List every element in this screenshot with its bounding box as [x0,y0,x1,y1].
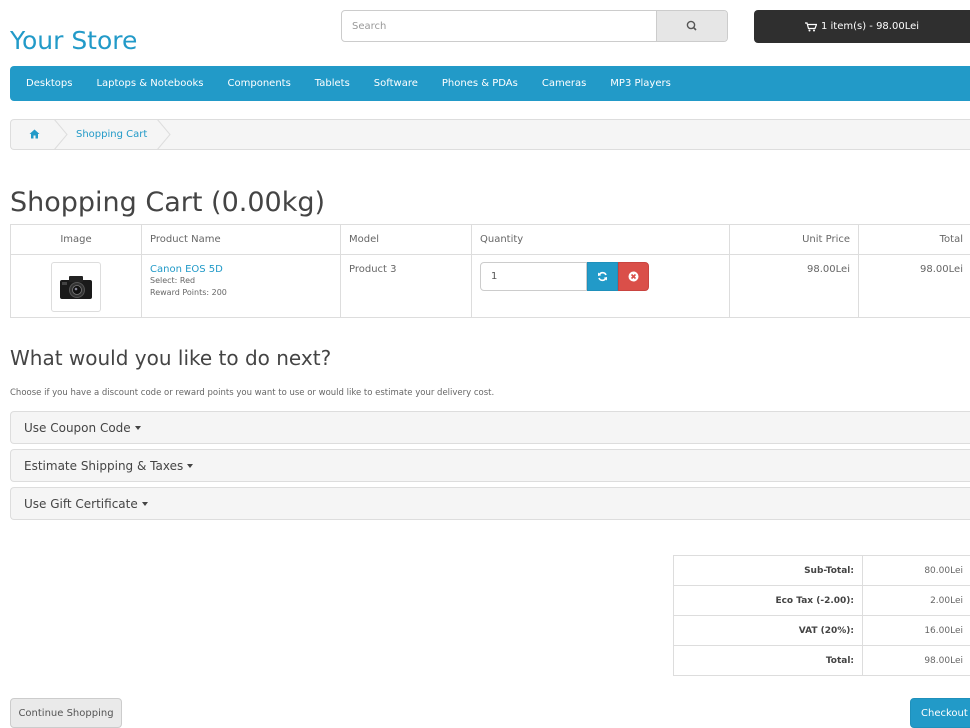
page-title: Shopping Cart (0.00kg) [10,187,325,218]
unit-price: 98.00Lei [730,255,859,318]
totals-value: 2.00Lei [863,586,970,616]
main-menu: Desktops Laptops & Notebooks Components … [10,66,970,101]
remove-icon [628,271,639,282]
breadcrumb: Shopping Cart [10,119,970,150]
quantity-cell [472,255,730,318]
totals-label: VAT (20%): [674,616,863,646]
totals-table: Sub-Total: 80.00Lei Eco Tax (-2.00): 2.0… [673,555,970,676]
product-name-cell: Canon EOS 5D Select: Red Reward Points: … [142,255,341,318]
totals-value: 98.00Lei [863,646,970,676]
totals-label: Sub-Total: [674,556,863,586]
caret-down-icon [142,502,148,506]
caret-down-icon [187,464,193,468]
totals-row: Sub-Total: 80.00Lei [674,556,970,586]
totals-row: VAT (20%): 16.00Lei [674,616,970,646]
menu-item-phones[interactable]: Phones & PDAs [442,78,518,89]
header-quantity: Quantity [472,225,730,255]
cart-table: Image Product Name Model Quantity Unit P… [10,224,970,318]
checkout-button[interactable]: Checkout [910,698,970,728]
cart-button[interactable]: 1 item(s) - 98.00Lei [754,10,970,43]
product-reward-points: Reward Points: 200 [150,287,332,299]
header-model: Model [341,225,472,255]
totals-value: 16.00Lei [863,616,970,646]
remove-item-button[interactable] [618,262,649,291]
update-quantity-button[interactable] [587,262,618,291]
totals-label: Eco Tax (-2.00): [674,586,863,616]
header-unit-price: Unit Price [730,225,859,255]
next-section-intro: Choose if you have a discount code or re… [10,388,494,398]
quantity-input[interactable] [480,262,587,291]
product-model: Product 3 [341,255,472,318]
menu-item-tablets[interactable]: Tablets [315,78,350,89]
totals-row: Eco Tax (-2.00): 2.00Lei [674,586,970,616]
product-name-link[interactable]: Canon EOS 5D [150,264,223,275]
cart-table-header: Image Product Name Model Quantity Unit P… [11,225,970,255]
continue-shopping-button[interactable]: Continue Shopping [10,698,122,728]
menu-item-components[interactable]: Components [228,78,291,89]
search-box [341,10,728,42]
refresh-icon [597,271,608,282]
gift-certificate-panel[interactable]: Use Gift Certificate [10,487,970,520]
gift-certificate-label: Use Gift Certificate [24,497,138,511]
row-total: 98.00Lei [859,255,970,318]
breadcrumb-shopping-cart[interactable]: Shopping Cart [76,129,147,140]
header-image: Image [11,225,142,255]
coupon-code-label: Use Coupon Code [24,421,131,435]
menu-item-mp3[interactable]: MP3 Players [610,78,671,89]
coupon-code-panel[interactable]: Use Coupon Code [10,411,970,444]
caret-down-icon [135,426,141,430]
menu-item-cameras[interactable]: Cameras [542,78,586,89]
camera-image [58,273,94,301]
shipping-taxes-label: Estimate Shipping & Taxes [24,459,183,473]
cart-icon [805,22,817,32]
product-image-cell [11,255,142,318]
header-product-name: Product Name [142,225,341,255]
quantity-group [480,262,721,291]
totals-row: Total: 98.00Lei [674,646,970,676]
breadcrumb-separator-icon [53,119,69,150]
menu-item-desktops[interactable]: Desktops [26,78,72,89]
product-thumbnail[interactable] [51,262,101,312]
home-icon[interactable] [29,129,40,139]
totals-label: Total: [674,646,863,676]
menu-item-software[interactable]: Software [374,78,418,89]
header-total: Total [859,225,970,255]
table-row: Canon EOS 5D Select: Red Reward Points: … [11,255,970,318]
next-section-title: What would you like to do next? [10,346,331,370]
product-option: Select: Red [150,275,332,287]
store-logo[interactable]: Your Store [10,26,137,55]
menu-item-laptops[interactable]: Laptops & Notebooks [96,78,203,89]
cart-summary: 1 item(s) - 98.00Lei [821,21,919,32]
search-button[interactable] [656,11,727,41]
totals-value: 80.00Lei [863,556,970,586]
search-icon [657,11,727,41]
breadcrumb-separator-icon [156,119,172,150]
search-input[interactable] [342,11,658,41]
shipping-taxes-panel[interactable]: Estimate Shipping & Taxes [10,449,970,482]
